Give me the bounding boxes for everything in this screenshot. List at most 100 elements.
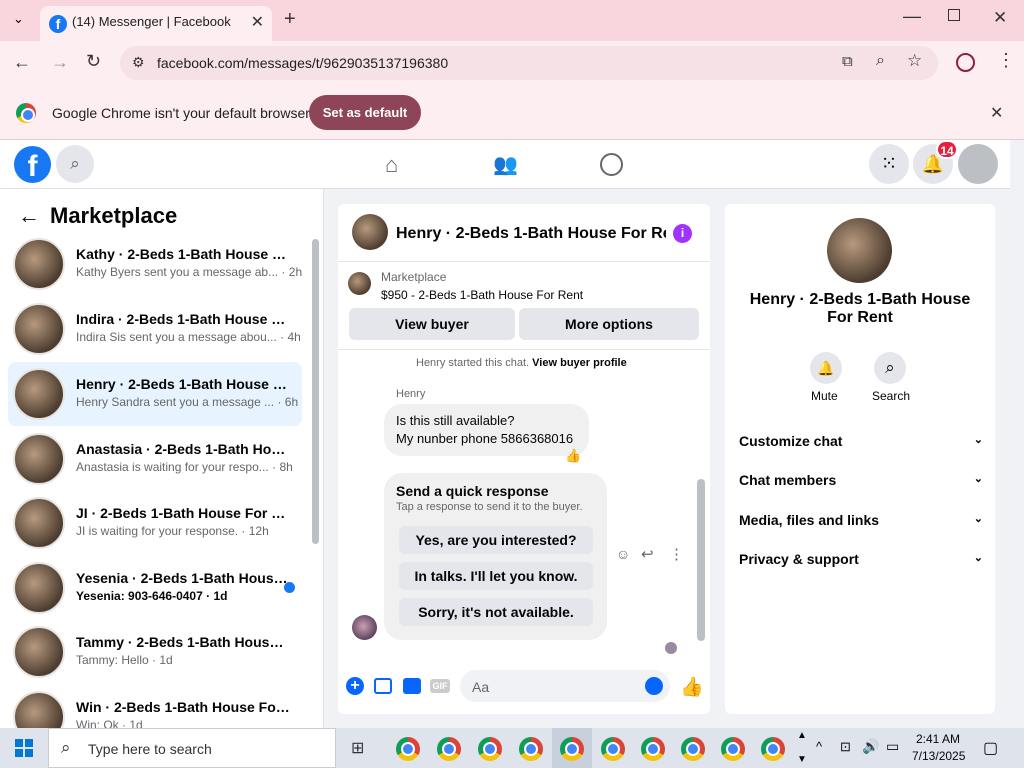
more-options-button[interactable]: More options xyxy=(519,308,699,340)
menu-grid-icon[interactable]: ⁙ xyxy=(869,144,909,184)
maximize-icon[interactable] xyxy=(948,9,960,21)
conversation-name: Indira · 2-Beds 1-Bath House For... xyxy=(76,311,291,327)
privacy-support-section[interactable]: Privacy & support ⌄ xyxy=(739,551,983,567)
chrome-taskbar-icon-active[interactable] xyxy=(560,737,584,761)
clock-date[interactable]: 7/13/2025 xyxy=(912,749,965,763)
quick-response-unavailable[interactable]: Sorry, it's not available. xyxy=(399,598,593,626)
sticker-icon[interactable] xyxy=(403,678,421,694)
customize-chat-section[interactable]: Customize chat ⌄ xyxy=(739,433,983,449)
conversation-item[interactable]: JI · 2-Beds 1-Bath House For Rent JI is … xyxy=(8,491,302,555)
infobar-close-icon[interactable]: ✕ xyxy=(990,103,1003,123)
info-icon[interactable]: i xyxy=(673,224,692,243)
tab-close-icon[interactable]: ✕ xyxy=(251,12,264,32)
clock-time[interactable]: 2:41 AM xyxy=(916,732,960,746)
details-avatar[interactable] xyxy=(827,218,892,283)
new-tab-icon[interactable]: + xyxy=(284,8,296,31)
browser-tab[interactable]: f (14) Messenger | Facebook ✕ xyxy=(40,6,272,41)
chat-title[interactable]: Henry · 2-Beds 1-Bath House For Re... xyxy=(396,225,666,243)
page-scrollbar[interactable] xyxy=(1010,140,1024,728)
conversation-item[interactable]: Anastasia · 2-Beds 1-Bath House... Anast… xyxy=(8,427,302,491)
conversation-item[interactable]: Indira · 2-Beds 1-Bath House For... Indi… xyxy=(8,297,302,361)
install-app-icon[interactable]: ⧉ xyxy=(842,53,853,70)
view-buyer-profile-link[interactable]: View buyer profile xyxy=(532,357,627,369)
chrome-taskbar-icon[interactable] xyxy=(641,737,665,761)
chrome-menu-icon[interactable]: ⋮ xyxy=(997,50,1015,71)
back-arrow-icon[interactable]: ← xyxy=(18,203,40,229)
sidebar-scrollbar[interactable] xyxy=(312,239,319,544)
search-label[interactable]: Search xyxy=(872,389,910,403)
buyer-avatar[interactable] xyxy=(352,615,377,640)
chrome-taskbar-icon[interactable] xyxy=(681,737,705,761)
conversation-name: Kathy · 2-Beds 1-Bath House For... xyxy=(76,246,291,262)
back-icon[interactable]: ← xyxy=(13,52,31,73)
chat-panel: Henry · 2-Beds 1-Bath House For Re... i … xyxy=(338,204,710,714)
conversation-item[interactable]: Win · 2-Beds 1-Bath House For ... Win: O… xyxy=(8,685,302,729)
search-icon[interactable]: ⌕ xyxy=(874,352,906,384)
add-icon[interactable]: + xyxy=(346,677,364,695)
zoom-icon[interactable]: ⌕ xyxy=(876,52,885,70)
friends-icon[interactable]: 👥 xyxy=(493,152,518,177)
mute-icon[interactable]: 🔔 xyxy=(810,352,842,384)
window-close-icon[interactable]: ✕ xyxy=(993,8,1007,28)
message-bubble[interactable]: Is this still available? My nunber phone… xyxy=(384,404,589,456)
taskbar-scroll-up-icon[interactable]: ▲ xyxy=(797,730,807,741)
notification-center-icon[interactable]: ▢ xyxy=(983,738,998,758)
more-actions-icon[interactable]: ⋮ xyxy=(669,545,684,563)
message-input[interactable]: Aa xyxy=(460,670,670,702)
thumbs-up-reaction-icon[interactable]: 👍 xyxy=(565,448,581,464)
chrome-taskbar-icon[interactable] xyxy=(519,737,543,761)
account-avatar[interactable] xyxy=(958,144,998,184)
chat-avatar[interactable] xyxy=(352,214,388,250)
home-icon[interactable]: ⌂ xyxy=(385,152,398,178)
chrome-taskbar-icon[interactable] xyxy=(478,737,502,761)
task-view-icon[interactable]: ⊞ xyxy=(351,738,364,758)
chrome-taskbar-icon[interactable] xyxy=(396,737,420,761)
site-info-icon[interactable]: ⚙ xyxy=(132,54,145,71)
windows-start-icon[interactable] xyxy=(15,739,33,757)
conversation-item-selected[interactable]: Henry · 2-Beds 1-Bath House Fo... Henry … xyxy=(8,362,302,426)
tab-search-icon[interactable]: ⌄ xyxy=(13,11,24,27)
tray-volume-icon[interactable]: 🔊 xyxy=(862,738,879,755)
react-icon[interactable]: ☺ xyxy=(616,546,630,562)
chat-members-section[interactable]: Chat members ⌄ xyxy=(739,472,983,488)
reload-icon[interactable]: ↻ xyxy=(86,51,101,72)
chrome-taskbar-icon[interactable] xyxy=(761,737,785,761)
quick-response-talks[interactable]: In talks. I'll let you know. xyxy=(399,562,593,590)
bookmark-star-icon[interactable]: ☆ xyxy=(907,51,922,71)
chat-scrollbar[interactable] xyxy=(697,479,705,641)
quick-response-title: Send a quick response xyxy=(396,483,549,499)
groups-icon[interactable] xyxy=(600,153,623,176)
view-buyer-button[interactable]: View buyer xyxy=(349,308,515,340)
chrome-taskbar-icon[interactable] xyxy=(601,737,625,761)
emoji-icon[interactable] xyxy=(645,677,663,695)
url-text: facebook.com/messages/t/9629035137196380 xyxy=(157,55,449,71)
mute-label[interactable]: Mute xyxy=(811,389,838,403)
conversation-item[interactable]: Kathy · 2-Beds 1-Bath House For... Kathy… xyxy=(8,232,302,296)
chrome-taskbar-icon[interactable] xyxy=(437,737,461,761)
reply-icon[interactable]: ↩ xyxy=(641,545,654,563)
listing-avatar xyxy=(13,238,65,290)
conversation-item[interactable]: Tammy · 2-Beds 1-Bath House F... Tammy: … xyxy=(8,620,302,684)
listing-price-title[interactable]: $950 - 2-Beds 1-Bath House For Rent xyxy=(381,288,583,302)
tray-language-icon[interactable]: ▭ xyxy=(886,738,899,755)
chrome-taskbar-icon[interactable] xyxy=(721,737,745,761)
fb-search-icon[interactable]: ⌕ xyxy=(56,145,94,183)
conversation-item[interactable]: Yesenia · 2-Beds 1-Bath House... Yesenia… xyxy=(8,556,302,620)
address-bar[interactable]: ⚙ facebook.com/messages/t/96290351371963… xyxy=(120,46,938,80)
gif-icon[interactable]: GIF xyxy=(430,679,450,693)
set-as-default-button[interactable]: Set as default xyxy=(309,95,421,130)
profile-icon[interactable] xyxy=(956,53,975,72)
media-files-links-section[interactable]: Media, files and links ⌄ xyxy=(739,512,983,528)
taskbar-scroll-down-icon[interactable]: ▼ xyxy=(797,754,807,765)
conversation-preview: JI is waiting for your response. · 12h xyxy=(76,524,269,538)
forward-icon[interactable]: → xyxy=(51,52,69,73)
like-thumb-icon[interactable]: 👍 xyxy=(680,675,704,699)
tray-network-icon[interactable]: ⊡ xyxy=(840,739,851,755)
message-line: My nunber phone 5866368016 xyxy=(396,431,574,446)
tray-chevron-icon[interactable]: ^ xyxy=(816,739,822,754)
photo-icon[interactable] xyxy=(374,678,392,694)
quick-response-yes[interactable]: Yes, are you interested? xyxy=(399,526,593,554)
facebook-logo-icon[interactable]: f xyxy=(14,146,51,183)
taskbar-search[interactable]: ⌕ Type here to search xyxy=(48,728,336,768)
minimize-icon[interactable]: — xyxy=(903,6,921,27)
